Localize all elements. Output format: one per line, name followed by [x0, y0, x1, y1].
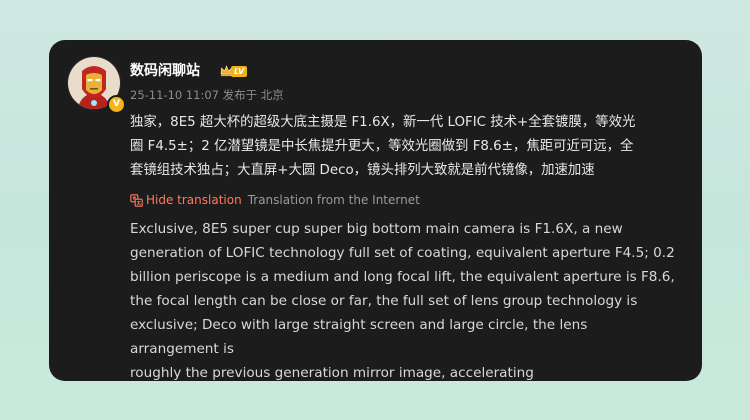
level-badge[interactable]: LV [220, 64, 248, 78]
translation-toggle-row: Hide translation Translation from the Int… [130, 192, 420, 208]
post-content: 独家，8E5 超大杯的超级大底主摄是 F1.6X，新一代 LOFIC 技术+全套… [130, 111, 670, 183]
post-content-line: 圈 F4.5±；2 亿潜望镜是中长焦提升更大，等效光圈做到 F8.6±，焦距可近… [130, 139, 634, 154]
translated-content-line: billion periscope is a medium and long f… [130, 269, 675, 285]
translated-content-line: Exclusive, 8E5 super cup super big botto… [130, 221, 623, 237]
verified-badge-icon: V [107, 95, 126, 114]
translation-source-label: Translation from the Internet [247, 193, 420, 207]
hide-translation-link[interactable]: Hide translation [146, 193, 242, 207]
translate-icon [130, 194, 143, 207]
post-content-line: 独家，8E5 超大杯的超级大底主摄是 F1.6X，新一代 LOFIC 技术+全套… [130, 115, 636, 130]
translated-content-line: roughly the previous generation mirror i… [130, 365, 534, 381]
translated-content-line: generation of LOFIC technology full set … [130, 245, 675, 261]
post-timestamp[interactable]: 25-11-10 11:07 [130, 88, 219, 102]
post-card: V 数码闲聊站 LV 25-11-10 11:07 发布于 北京 独家，8E5 … [49, 40, 702, 381]
translated-content-line: the focal length can be close or far, th… [130, 293, 638, 309]
translated-content: Exclusive, 8E5 super cup super big botto… [130, 217, 675, 385]
post-location: 发布于 北京 [222, 88, 284, 102]
author-name[interactable]: 数码闲聊站 [130, 61, 200, 81]
translated-content-line: exclusive; Deco with large straight scre… [130, 317, 588, 357]
level-badge-label: LV [231, 66, 248, 77]
post-meta: 25-11-10 11:07 发布于 北京 [130, 87, 284, 103]
post-content-line: 套镜组技术独占；大直屏+大圆 Deco，镜头排列大致就是前代镜像，加速加速 [130, 163, 595, 178]
